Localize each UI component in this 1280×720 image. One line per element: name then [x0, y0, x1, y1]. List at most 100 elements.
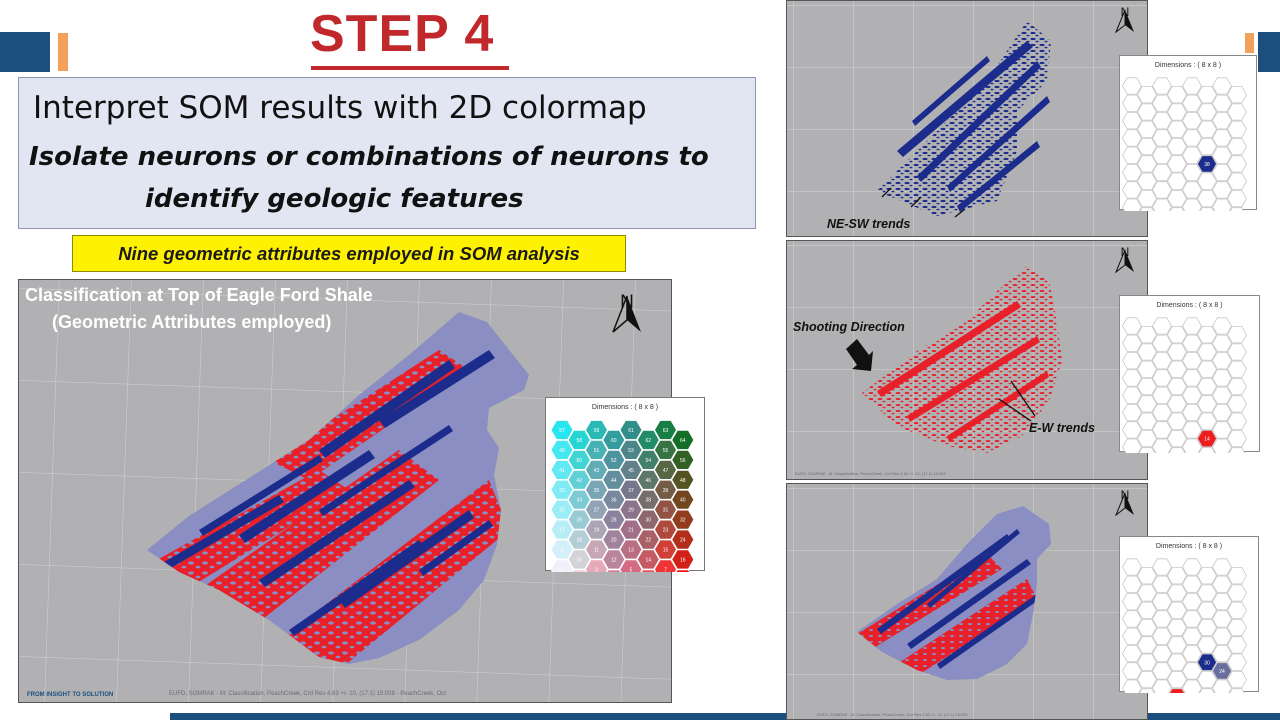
- neuron-hex: [1152, 404, 1172, 422]
- north-arrow-icon: [1115, 492, 1134, 516]
- neuron-label: 32: [680, 518, 686, 524]
- neuron-label: 1: [561, 567, 564, 572]
- neuron-label: 38: [1204, 162, 1210, 168]
- neuron-label: 35: [594, 488, 600, 494]
- neuron-hex: [1122, 164, 1142, 182]
- neuron-label: 14: [645, 557, 651, 563]
- neuron-hex: [1137, 86, 1157, 104]
- neuron-hex: [1152, 662, 1172, 680]
- neuron-hex: [1167, 636, 1187, 654]
- neuron-hex: [1152, 129, 1172, 147]
- neuron-label: 11: [594, 548, 599, 554]
- neuron-hex: [1197, 138, 1217, 156]
- neuron-hex: [1122, 369, 1142, 387]
- neuron-hex: [1122, 94, 1142, 112]
- neuron-label: 28: [611, 518, 617, 524]
- neuron-grid-dimensions: Dimensions : ( 8 x 8 ): [1154, 62, 1222, 69]
- neuron-hex: [1212, 404, 1232, 422]
- neuron-label: 10: [576, 557, 582, 563]
- neuron-hex: [1227, 653, 1247, 671]
- neuron-selection-card-1: Dimensions : ( 8 x 8 ) 38: [1119, 55, 1257, 225]
- neuron-hex: [1152, 369, 1172, 387]
- neuron-hex: [1137, 653, 1157, 671]
- neuron-hex: [1212, 146, 1232, 164]
- explanation-box: Interpret SOM results with 2D colormap I…: [18, 77, 756, 229]
- neuron-hex: [1182, 645, 1202, 663]
- neuron-label: 30: [645, 518, 651, 524]
- neuron-label: 41: [559, 468, 565, 474]
- neuron-hex: [1227, 138, 1247, 156]
- neuron-label: 15: [663, 548, 669, 554]
- neuron-hex: [1227, 619, 1247, 637]
- neuron-label: 46: [645, 478, 651, 484]
- neuron-hex: [1182, 421, 1202, 439]
- attributes-note-text: Nine geometric attributes employed in SO…: [118, 242, 580, 264]
- neuron-label: 12: [611, 557, 617, 563]
- attributes-note: Nine geometric attributes employed in SO…: [72, 235, 626, 272]
- neuron-hex: [1212, 610, 1232, 628]
- neuron-hex: [1122, 593, 1142, 611]
- neuron-label: 16: [680, 557, 686, 563]
- neuron-hex: [1212, 593, 1232, 611]
- map-caption-line-1: Classification at Top of Eagle Ford Shal…: [25, 285, 373, 305]
- neuron-label: 57: [559, 428, 565, 434]
- neuron-label: 59: [594, 428, 600, 434]
- subheading-line-2: identify geologic features: [145, 184, 524, 214]
- neuron-hex: [1197, 412, 1217, 430]
- neuron-label: 64: [680, 438, 686, 444]
- map-footer: EUFD, SOMRAK - M: Classification, PeachC…: [795, 471, 946, 476]
- neuron-hex: [1167, 584, 1187, 602]
- neuron-label: 21: [628, 528, 634, 534]
- neuron-hex: [1152, 77, 1172, 95]
- decor-bar-right: [1258, 32, 1280, 72]
- neuron-hex: [1182, 627, 1202, 645]
- neuron-label: 36: [611, 498, 617, 504]
- neuron-hex: [1137, 584, 1157, 602]
- neuron-hex: [1122, 181, 1142, 199]
- neuron-hex: [1227, 120, 1247, 138]
- neuron-label: 22: [645, 538, 651, 544]
- neuron-hex: [1182, 129, 1202, 147]
- neuron-hex: [1167, 412, 1187, 430]
- step-title: STEP 4: [310, 5, 495, 63]
- neuron-label: 20: [611, 538, 617, 544]
- neuron-hex: [1152, 575, 1172, 593]
- neuron-hex: [1167, 653, 1187, 671]
- neuron-label: 50: [576, 458, 582, 464]
- subheading-line-1: Isolate neurons or combinations of neuro…: [29, 142, 709, 172]
- neuron-label: 3: [595, 567, 598, 572]
- neuron-hex: [1212, 352, 1232, 370]
- neuron-hex: [1137, 326, 1157, 344]
- neuron-hex: [1122, 77, 1142, 95]
- neuron-hex: [1137, 619, 1157, 637]
- neuron-label: 30: [1204, 660, 1210, 666]
- neuron-hex: [1137, 190, 1157, 208]
- neuron-label: 48: [680, 478, 686, 484]
- neuron-hex: [1137, 567, 1157, 585]
- neuron-hex: [1182, 112, 1202, 130]
- neuron-hex: [1182, 317, 1202, 335]
- neuron-map-e-w-canvas: [787, 241, 1147, 479]
- neuron-label: 51: [594, 448, 600, 454]
- neuron-hex: [1122, 645, 1142, 663]
- neuron-hex: [1167, 619, 1187, 637]
- neuron-label: 39: [663, 488, 669, 494]
- neuron-hex: [1167, 172, 1187, 190]
- neuron-hex: [1167, 567, 1187, 585]
- decor-accent-right: [1245, 33, 1254, 53]
- neuron-hex: [1197, 326, 1217, 344]
- neuron-hex: [1227, 584, 1247, 602]
- neuron-label: 43: [594, 468, 600, 474]
- neuron-hex: [1137, 120, 1157, 138]
- neuron-hex: [1227, 190, 1247, 208]
- neuron-label: 27: [594, 508, 600, 514]
- neuron-hex: [1227, 155, 1247, 173]
- neuron-hex: [1137, 395, 1157, 413]
- neuron-hex: [1197, 360, 1217, 378]
- neuron-hex: [1122, 627, 1142, 645]
- neuron-label: 17: [559, 528, 565, 534]
- neuron-hex: [1182, 369, 1202, 387]
- annotation-ne-sw: NE-SW trends: [827, 217, 911, 231]
- neuron-label: 19: [594, 528, 600, 534]
- neuron-hex: [1152, 558, 1172, 576]
